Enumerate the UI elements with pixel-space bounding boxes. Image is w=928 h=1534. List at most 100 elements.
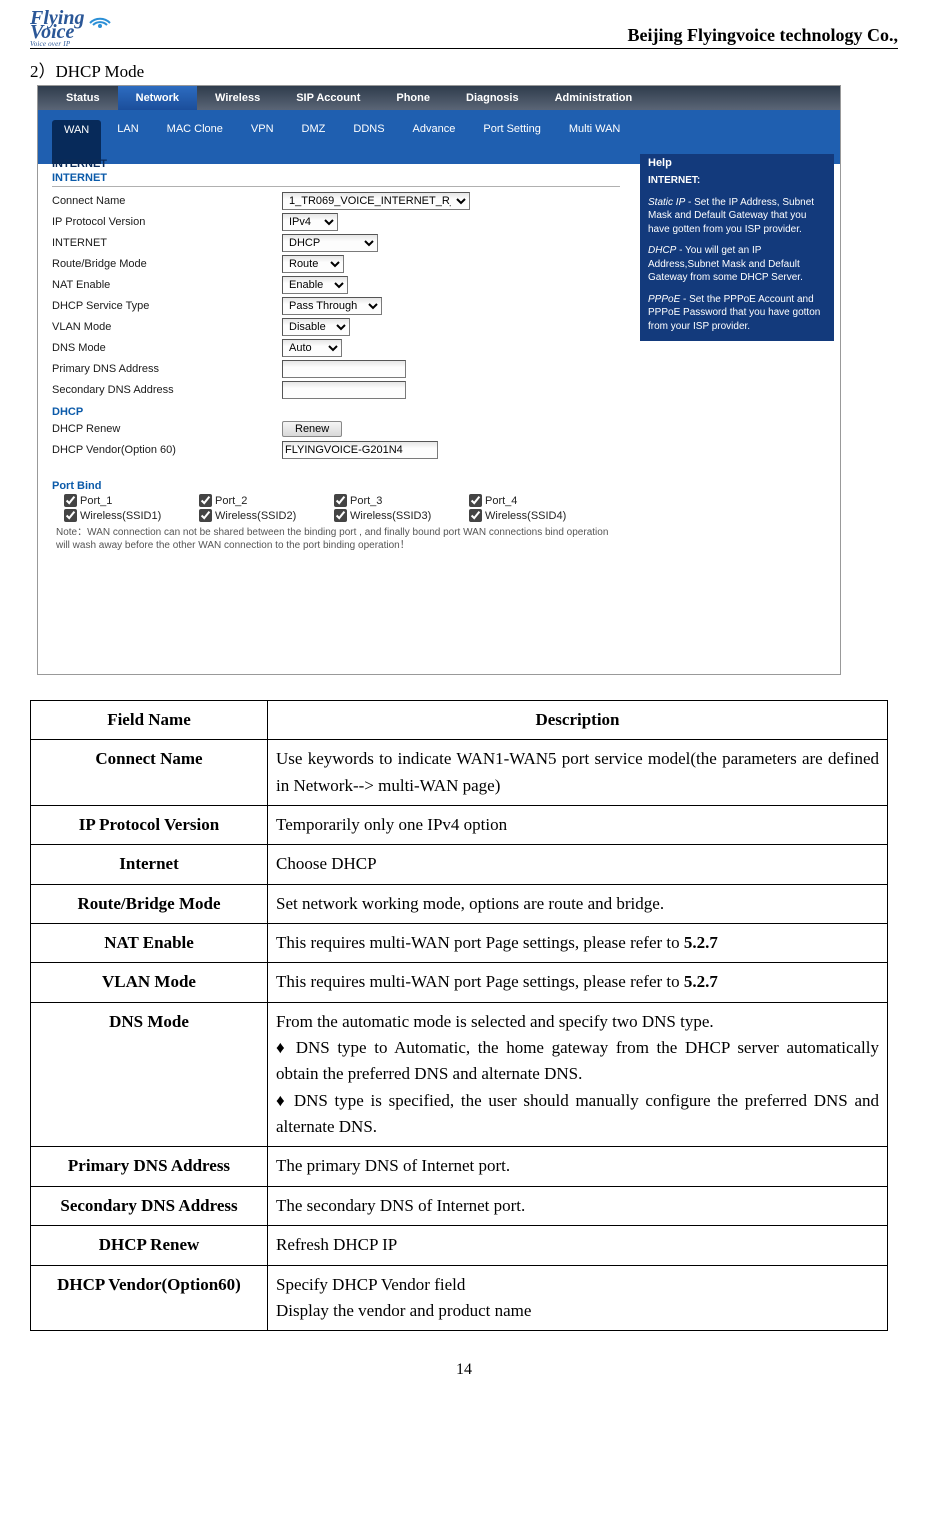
field-name-cell: DHCP Vendor(Option60) (31, 1265, 268, 1331)
dhcp-vendor-input[interactable] (282, 441, 438, 459)
help-pppoe: PPPoE - Set the PPPoE Account and PPPoE … (648, 293, 826, 334)
ssid4-checkbox[interactable] (469, 509, 482, 522)
field-name-cell: Secondary DNS Address (31, 1186, 268, 1225)
ssid3-label: Wireless(SSID3) (350, 510, 431, 522)
secondary-dns-input[interactable] (282, 381, 406, 399)
help-title: Help (640, 154, 834, 172)
page-header: Flying Voice Voice over IP Beijing Flyin… (30, 10, 898, 49)
field-name-cell: IP Protocol Version (31, 806, 268, 845)
description-cell: Temporarily only one IPv4 option (268, 806, 888, 845)
section-title: 2）DHCP Mode (30, 57, 898, 82)
ssid2-checkbox[interactable] (199, 509, 212, 522)
section-heading-internet: INTERNET (52, 158, 620, 170)
primary-dns-input[interactable] (282, 360, 406, 378)
internet-select[interactable]: DHCP (282, 234, 378, 252)
dhcp-vendor-label: DHCP Vendor(Option 60) (52, 444, 282, 456)
port-bind-section-label: Port Bind (52, 480, 620, 492)
tab-diagnosis[interactable]: Diagnosis (448, 86, 537, 110)
tab-phone[interactable]: Phone (378, 86, 448, 110)
tab-sip-account[interactable]: SIP Account (278, 86, 378, 110)
description-cell: Use keywords to indicate WAN1-WAN5 port … (268, 740, 888, 806)
table-row: VLAN ModeThis requires multi-WAN port Pa… (31, 963, 888, 1002)
tab-network[interactable]: Network (118, 86, 197, 110)
renew-button[interactable]: Renew (282, 421, 342, 437)
port1-checkbox[interactable] (64, 494, 77, 507)
vlan-mode-select[interactable]: Disable (282, 318, 350, 336)
help-dhcp: DHCP - You will get an IP Address,Subnet… (648, 244, 826, 285)
ip-protocol-version-select[interactable]: IPv4 (282, 213, 338, 231)
field-name-cell: DNS Mode (31, 1002, 268, 1147)
ip-protocol-version-label: IP Protocol Version (52, 216, 282, 228)
tab-status[interactable]: Status (48, 86, 118, 110)
secondary-dns-label: Secondary DNS Address (52, 384, 282, 396)
ssid3-checkbox[interactable] (334, 509, 347, 522)
field-name-cell: Internet (31, 845, 268, 884)
ssid1-checkbox[interactable] (64, 509, 77, 522)
company-name: Beijing Flyingvoice technology Co., (628, 25, 898, 48)
help-panel: Help INTERNET: Static IP - Set the IP Ad… (640, 154, 834, 341)
help-static-ip: Static IP - Set the IP Address, Subnet M… (648, 196, 826, 237)
vlan-mode-label: VLAN Mode (52, 321, 282, 333)
table-row: Route/Bridge ModeSet network working mod… (31, 884, 888, 923)
router-config-screenshot: Status Network Wireless SIP Account Phon… (38, 86, 840, 674)
table-row: Primary DNS AddressThe primary DNS of In… (31, 1147, 888, 1186)
th-description: Description (268, 701, 888, 740)
primary-tabs: Status Network Wireless SIP Account Phon… (38, 86, 840, 110)
route-bridge-label: Route/Bridge Mode (52, 258, 282, 270)
internet-label: INTERNET (52, 237, 282, 249)
port4-label: Port_4 (485, 495, 517, 507)
help-heading: INTERNET: (648, 174, 826, 188)
connect-name-select[interactable]: 1_TR069_VOICE_INTERNET_R_VID_ (282, 192, 470, 210)
nat-enable-select[interactable]: Enable (282, 276, 348, 294)
table-row: DNS ModeFrom the automatic mode is selec… (31, 1002, 888, 1147)
field-name-cell: VLAN Mode (31, 963, 268, 1002)
dhcp-service-type-label: DHCP Service Type (52, 300, 282, 312)
description-cell: This requires multi-WAN port Page settin… (268, 963, 888, 1002)
logo: Flying Voice Voice over IP (30, 10, 111, 48)
ssid4-label: Wireless(SSID4) (485, 510, 566, 522)
table-row: NAT EnableThis requires multi-WAN port P… (31, 924, 888, 963)
description-cell: Specify DHCP Vendor fieldDisplay the ven… (268, 1265, 888, 1331)
field-name-cell: Primary DNS Address (31, 1147, 268, 1186)
field-name-cell: Route/Bridge Mode (31, 884, 268, 923)
ssid1-label: Wireless(SSID1) (80, 510, 161, 522)
logo-text-2: Voice (30, 24, 74, 40)
tab-administration[interactable]: Administration (537, 86, 651, 110)
port3-checkbox[interactable] (334, 494, 347, 507)
port3-label: Port_3 (350, 495, 382, 507)
route-bridge-select[interactable]: Route (282, 255, 344, 273)
port-bind-note: Note：WAN connection can not be shared be… (56, 526, 620, 552)
nat-enable-label: NAT Enable (52, 279, 282, 291)
description-cell: Set network working mode, options are ro… (268, 884, 888, 923)
wifi-icon (89, 10, 111, 28)
dns-mode-select[interactable]: Auto (282, 339, 342, 357)
description-cell: From the automatic mode is selected and … (268, 1002, 888, 1147)
field-name-cell: Connect Name (31, 740, 268, 806)
page-number: 14 (30, 1361, 898, 1379)
port2-checkbox[interactable] (199, 494, 212, 507)
dhcp-section-label: DHCP (52, 406, 620, 418)
table-row: Connect NameUse keywords to indicate WAN… (31, 740, 888, 806)
dhcp-renew-label: DHCP Renew (52, 423, 282, 435)
description-cell: The secondary DNS of Internet port. (268, 1186, 888, 1225)
description-cell: This requires multi-WAN port Page settin… (268, 924, 888, 963)
dhcp-service-type-select[interactable]: Pass Through (282, 297, 382, 315)
port4-checkbox[interactable] (469, 494, 482, 507)
port2-label: Port_2 (215, 495, 247, 507)
section-subheading-internet: INTERNET (52, 170, 620, 187)
description-cell: Choose DHCP (268, 845, 888, 884)
primary-dns-label: Primary DNS Address (52, 363, 282, 375)
field-description-table: Field Name Description Connect NameUse k… (30, 700, 888, 1331)
tab-wireless[interactable]: Wireless (197, 86, 278, 110)
field-name-cell: DHCP Renew (31, 1226, 268, 1265)
table-row: DHCP Vendor(Option60)Specify DHCP Vendor… (31, 1265, 888, 1331)
logo-subtitle: Voice over IP (30, 40, 70, 48)
ssid2-label: Wireless(SSID2) (215, 510, 296, 522)
table-row: IP Protocol VersionTemporarily only one … (31, 806, 888, 845)
table-row: DHCP RenewRefresh DHCP IP (31, 1226, 888, 1265)
description-cell: Refresh DHCP IP (268, 1226, 888, 1265)
connect-name-label: Connect Name (52, 195, 282, 207)
table-row: InternetChoose DHCP (31, 845, 888, 884)
port1-label: Port_1 (80, 495, 112, 507)
dns-mode-label: DNS Mode (52, 342, 282, 354)
